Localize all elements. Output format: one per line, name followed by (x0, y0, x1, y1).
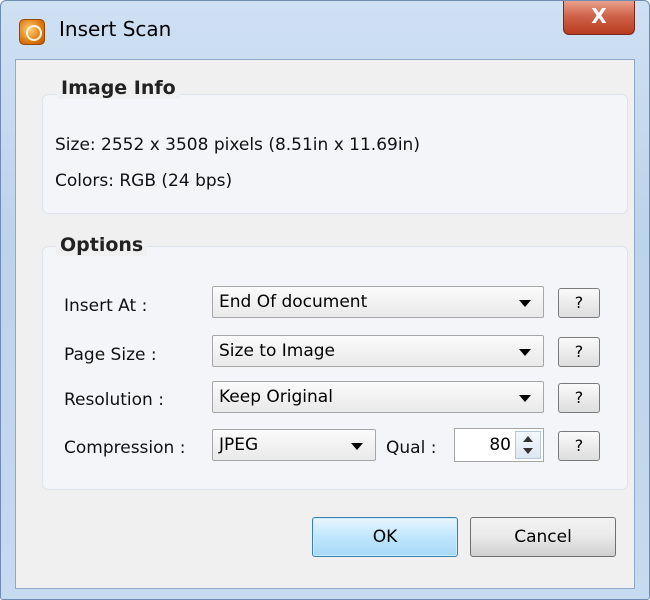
image-size-text: Size: 2552 x 3508 pixels (8.51in x 11.69… (55, 135, 420, 155)
chevron-down-icon (519, 349, 531, 356)
spin-down-icon[interactable] (523, 448, 533, 454)
insert-at-value: End Of document (219, 292, 368, 312)
compression-help-button[interactable]: ? (558, 431, 600, 461)
compression-label: Compression : (64, 438, 186, 458)
insert-scan-dialog: Insert Scan X Image Info Size: 2552 x 35… (0, 0, 650, 600)
image-info-group: Image Info Size: 2552 x 3508 pixels (8.5… (42, 77, 628, 214)
page-size-label: Page Size : (64, 345, 157, 365)
quality-spinner[interactable]: 80 (454, 428, 544, 462)
image-colors-text: Colors: RGB (24 bps) (55, 171, 233, 191)
window-title: Insert Scan (59, 17, 172, 41)
cancel-button[interactable]: Cancel (470, 517, 616, 557)
ok-button[interactable]: OK (312, 517, 458, 557)
page-size-value: Size to Image (219, 341, 336, 361)
page-size-help-button[interactable]: ? (558, 337, 600, 367)
chevron-down-icon (519, 300, 531, 307)
app-icon (19, 19, 45, 45)
dialog-body: Image Info Size: 2552 x 3508 pixels (8.5… (15, 59, 635, 589)
quality-spin-buttons[interactable] (515, 431, 541, 459)
insert-at-help-button[interactable]: ? (558, 288, 600, 318)
compression-dropdown[interactable]: JPEG (212, 429, 376, 461)
resolution-label: Resolution : (64, 390, 164, 410)
close-button[interactable]: X (563, 1, 635, 35)
chevron-down-icon (519, 395, 531, 402)
resolution-dropdown[interactable]: Keep Original (212, 381, 544, 413)
image-info-heading: Image Info (57, 77, 180, 99)
quality-value: 80 (489, 435, 511, 455)
title-bar[interactable]: Insert Scan X (1, 1, 649, 59)
spin-up-icon[interactable] (523, 436, 533, 442)
options-heading: Options (56, 234, 148, 256)
insert-at-dropdown[interactable]: End Of document (212, 286, 544, 318)
page-size-dropdown[interactable]: Size to Image (212, 335, 544, 367)
resolution-value: Keep Original (219, 387, 333, 407)
resolution-help-button[interactable]: ? (558, 383, 600, 413)
quality-label: Qual : (386, 438, 437, 458)
chevron-down-icon (351, 443, 363, 450)
compression-value: JPEG (219, 435, 259, 455)
insert-at-label: Insert At : (64, 296, 148, 316)
